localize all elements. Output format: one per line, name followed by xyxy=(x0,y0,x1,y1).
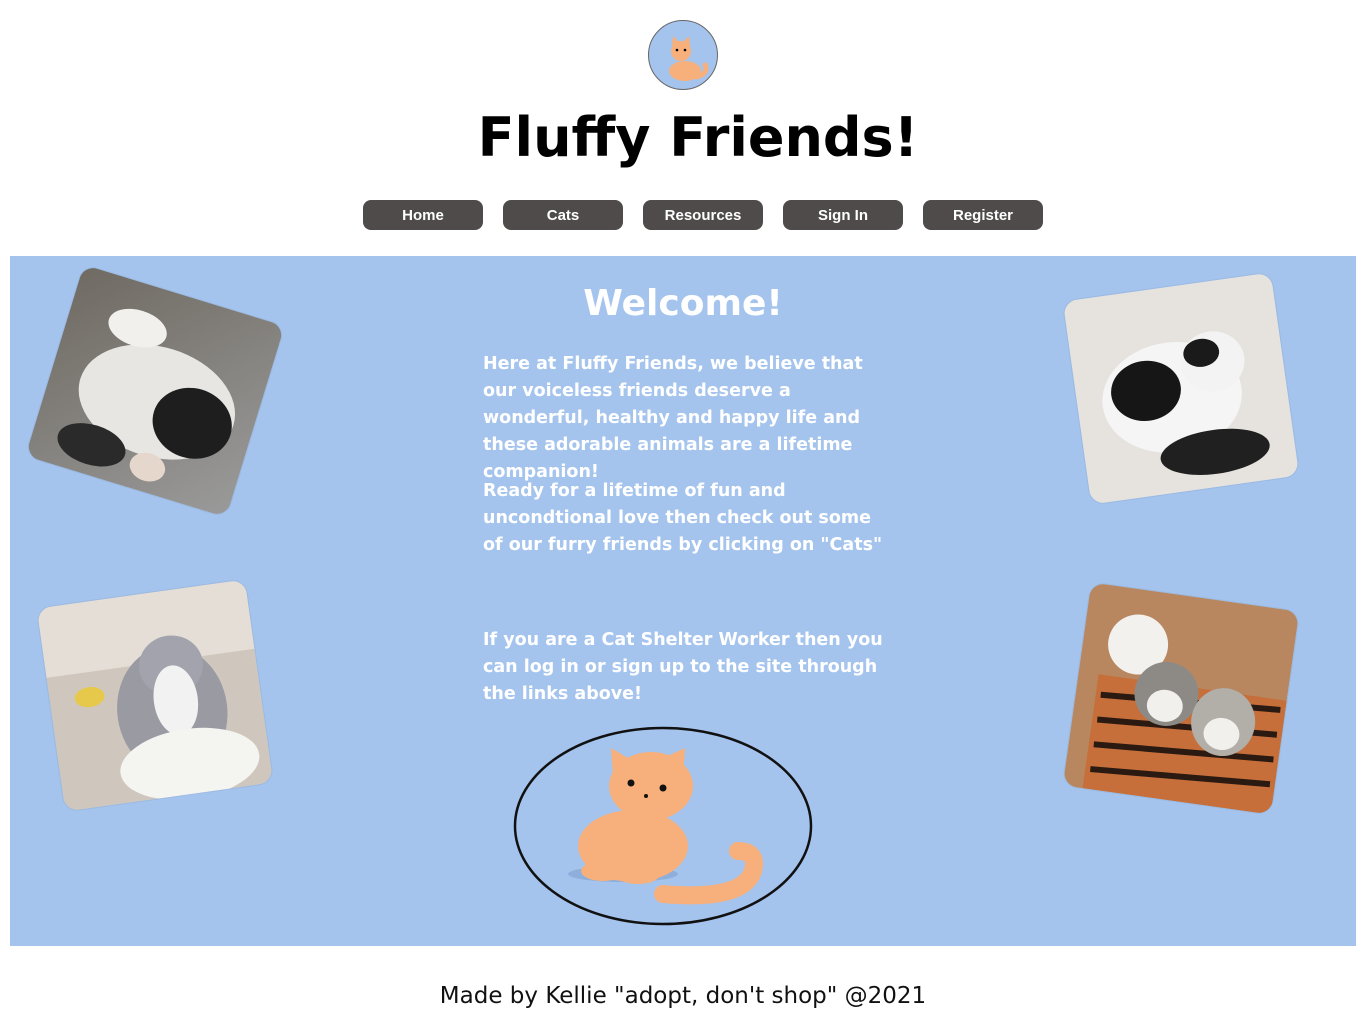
nav-register-button[interactable]: Register xyxy=(923,200,1043,230)
cat-photo-black-white-fluffy xyxy=(1062,272,1300,505)
site-title: Fluffy Friends! xyxy=(477,106,919,169)
intro-paragraph: Here at Fluffy Friends, we believe that … xyxy=(483,354,863,482)
cats-paragraph: Ready for a lifetime of fun and uncondti… xyxy=(483,481,883,555)
nav-resources-button[interactable]: Resources xyxy=(643,200,763,230)
nav-home-button[interactable]: Home xyxy=(363,200,483,230)
orange-cat-illustration xyxy=(513,726,813,926)
cat-photo-kittens xyxy=(1062,582,1300,815)
cat-photo-grey-white xyxy=(36,579,274,812)
welcome-panel: Welcome! Here at Fluffy Friends, we beli… xyxy=(10,256,1356,946)
nav-cats-button[interactable]: Cats xyxy=(503,200,623,230)
logo-cat-icon xyxy=(648,20,718,90)
nav-sign-in-button[interactable]: Sign In xyxy=(783,200,903,230)
shelter-worker-paragraph: If you are a Cat Shelter Worker then you… xyxy=(483,630,883,704)
footer-text: Made by Kellie "adopt, don't shop" @2021 xyxy=(439,983,927,1009)
